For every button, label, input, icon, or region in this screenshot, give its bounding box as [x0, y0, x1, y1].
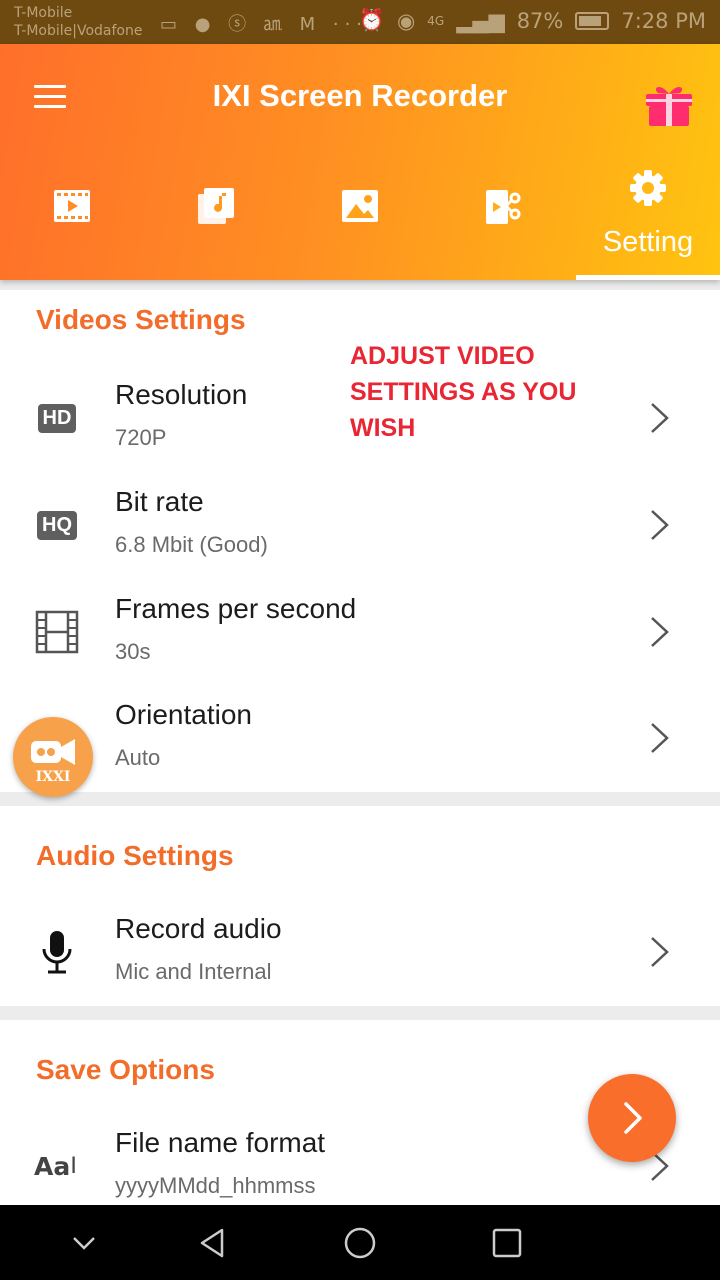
record-audio-label: Record audio	[115, 913, 282, 944]
chevron-right-icon	[651, 937, 669, 967]
status-right: ⏰ ◉ 4G ▂▄▆ 87% 7:28 PM	[359, 8, 706, 33]
section-divider	[0, 792, 720, 806]
chevron-right-icon	[651, 403, 669, 433]
tab-setting[interactable]: Setting	[576, 154, 720, 280]
notification-icons: ▭ ● ⓢ ㏂ M ···	[160, 14, 369, 35]
resolution-value: 720P	[115, 425, 167, 450]
tab-bar: Setting	[0, 154, 720, 280]
chevron-right-icon	[651, 510, 669, 540]
setting-fps[interactable]: Frames per second 30s	[0, 579, 720, 686]
setting-record-audio[interactable]: Record audio Mic and Internal	[0, 899, 720, 1006]
fps-label: Frames per second	[115, 593, 357, 624]
settings-list[interactable]: Videos Settings ADJUST VIDEO SETTINGS AS…	[0, 290, 720, 1205]
hd-icon: HD	[34, 395, 80, 441]
eye-icon: ◉	[396, 8, 416, 33]
home-icon[interactable]	[340, 1223, 380, 1263]
setting-resolution[interactable]: HD Resolution 720P	[0, 365, 720, 472]
network-type: 4G	[427, 13, 445, 28]
carrier-secondary: T-Mobile|Vodafone	[14, 23, 143, 39]
fps-value: 30s	[115, 639, 151, 664]
battery-percent: 87%	[516, 8, 564, 33]
gear-icon	[630, 170, 666, 206]
bitrate-value: 6.8 Mbit (Good)	[115, 532, 268, 557]
audio-settings-section: Audio Settings Record audio Mic and Inte…	[0, 806, 720, 1006]
clock: 7:28 PM	[621, 8, 706, 33]
camera-logo-icon	[31, 739, 75, 765]
section-divider	[0, 1006, 720, 1020]
battery-icon	[575, 11, 610, 30]
hq-icon: HQ	[34, 502, 80, 548]
hd-badge: HD	[37, 403, 77, 433]
logo-text: IXXI	[35, 769, 71, 785]
status-bar: T-Mobile T-Mobile|Vodafone ▭ ● ⓢ ㏂ M ···…	[0, 0, 720, 44]
bitrate-label: Bit rate	[115, 486, 204, 517]
signal-icon: ▂▄▆	[456, 8, 505, 33]
setting-orientation[interactable]: Orientation Auto	[0, 685, 720, 792]
tab-audio[interactable]	[144, 154, 288, 280]
microphone-icon	[34, 929, 80, 975]
chevron-right-icon	[624, 1102, 642, 1134]
file-name-value: yyyyMMdd_hhmmss	[115, 1173, 316, 1198]
collapse-nav-icon[interactable]	[64, 1223, 104, 1263]
orientation-label: Orientation	[115, 699, 252, 730]
app-title: IXI Screen Recorder	[212, 78, 508, 113]
hq-badge: HQ	[37, 510, 77, 540]
text-format-glyph: Aa	[34, 1151, 71, 1181]
tab-videos[interactable]	[0, 154, 144, 280]
carrier-primary: T-Mobile	[14, 5, 73, 21]
videos-settings-section: Videos Settings ADJUST VIDEO SETTINGS AS…	[0, 290, 720, 792]
resolution-label: Resolution	[115, 379, 248, 410]
system-nav-bar	[0, 1205, 720, 1280]
setting-bitrate[interactable]: HQ Bit rate 6.8 Mbit (Good)	[0, 472, 720, 579]
tab-images[interactable]	[288, 154, 432, 280]
carrier-info: T-Mobile T-Mobile|Vodafone	[14, 4, 142, 40]
floating-recorder-button[interactable]: IXXI	[13, 717, 93, 797]
film-icon	[34, 609, 80, 655]
text-format-icon: Aa I	[34, 1143, 80, 1189]
tab-edit[interactable]	[432, 154, 576, 280]
next-fab-button[interactable]	[588, 1074, 676, 1162]
video-edit-icon	[486, 190, 521, 224]
gift-icon[interactable]	[640, 72, 698, 130]
file-name-label: File name format	[115, 1127, 326, 1158]
image-icon	[342, 190, 378, 222]
tab-setting-label: Setting	[602, 226, 694, 258]
chevron-right-icon	[651, 617, 669, 647]
alarm-icon: ⏰	[358, 8, 385, 32]
video-icon	[54, 190, 90, 222]
record-audio-value: Mic and Internal	[115, 959, 272, 984]
app-header: IXI Screen Recorder Setting	[0, 44, 720, 280]
text-cursor-icon: I	[70, 1152, 77, 1179]
music-icon	[198, 188, 234, 224]
active-tab-indicator	[576, 275, 720, 280]
orientation-value: Auto	[115, 745, 161, 770]
recents-icon[interactable]	[487, 1223, 527, 1263]
audio-settings-title: Audio Settings	[36, 840, 234, 871]
back-icon[interactable]	[193, 1223, 233, 1263]
chevron-right-icon	[651, 723, 669, 753]
